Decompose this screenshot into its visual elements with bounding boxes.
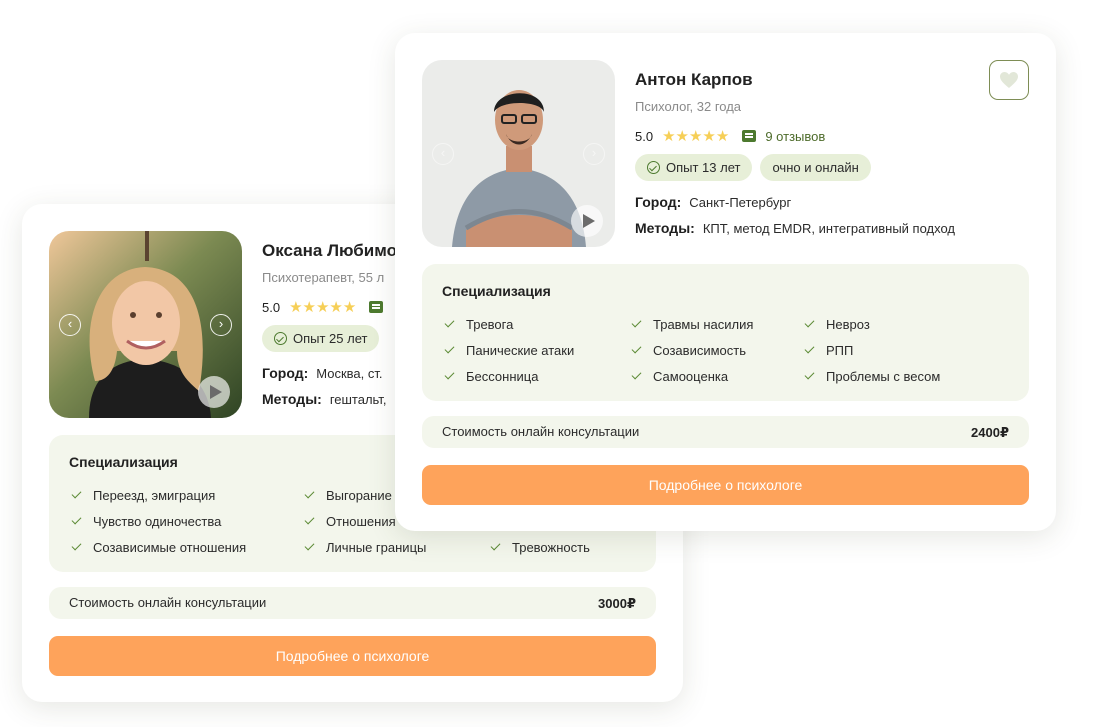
specialization-item: РПП — [804, 343, 853, 358]
chat-icon — [742, 130, 757, 142]
price-row: Стоимость онлайн консультации 2400₽ — [422, 416, 1029, 448]
rating-stars: ★★★★★ — [289, 299, 357, 316]
details-button[interactable]: Подробнее о психологе — [49, 636, 656, 676]
favorite-button[interactable] — [989, 60, 1029, 100]
check-circle-icon — [647, 161, 660, 174]
methods-label: Методы: — [262, 391, 322, 407]
psychologist-role: Психолог, 32 года — [635, 99, 742, 114]
experience-tag: Опыт 25 лет — [262, 325, 380, 352]
rating-value: 5.0 — [262, 299, 281, 315]
price-value: 3000₽ — [598, 596, 636, 611]
specialization-item: Личные границы — [304, 540, 426, 555]
city-label: Город: — [635, 194, 682, 210]
methods-label: Методы: — [635, 220, 695, 236]
chat-icon[interactable] — [369, 301, 384, 313]
city-line: Город: Санкт-Петербург — [635, 194, 791, 210]
specialization-item: Отношения — [304, 514, 396, 529]
heart-icon — [1000, 72, 1018, 88]
prev-photo-button[interactable]: ‹ — [59, 313, 81, 336]
methods-value: КПТ, метод EMDR, интегративный подход — [702, 221, 956, 236]
check-circle-icon — [274, 332, 287, 345]
specialization-item: Самооценка — [631, 369, 728, 384]
specialization-item: Тревожность — [490, 540, 590, 555]
specialization-item: Созависимые отношения — [71, 540, 246, 555]
psychologist-card-anton: ‹ › Антон Карпов Психолог, 32 года 5.0 ★… — [395, 33, 1056, 531]
psychologist-photo: ‹ › — [422, 60, 615, 247]
rating-value: 5.0 — [635, 128, 654, 144]
specialization-block: Специализация Тревога Панические атаки Б… — [422, 264, 1029, 401]
chevron-left-icon: ‹ — [67, 315, 73, 331]
chevron-left-icon: ‹ — [440, 144, 446, 160]
play-video-button[interactable] — [571, 205, 603, 237]
specialization-item: Выгорание — [304, 488, 392, 503]
details-button[interactable]: Подробнее о психологе — [422, 465, 1029, 505]
tags-row: Опыт 13 лет очно и онлайн — [635, 154, 871, 181]
play-video-button[interactable] — [198, 376, 230, 408]
prev-photo-button[interactable]: ‹ — [432, 142, 454, 165]
rating-row: 5.0 ★★★★★ 9 отзывов — [635, 127, 825, 145]
psychologist-photo: ‹ › — [49, 231, 242, 418]
psychologist-role: Психотерапевт, 55 л — [262, 270, 385, 285]
next-photo-button[interactable]: › — [583, 142, 605, 165]
specialization-title: Специализация — [69, 454, 178, 470]
psychologist-name[interactable]: Оксана Любимо — [262, 241, 397, 261]
specialization-item: Невроз — [804, 317, 870, 332]
specialization-title: Специализация — [442, 283, 551, 299]
specialization-item: Созависимость — [631, 343, 746, 358]
city-value: Санкт-Петербург — [689, 195, 792, 210]
chevron-right-icon: › — [218, 315, 224, 331]
specialization-item: Панические атаки — [444, 343, 574, 358]
methods-line: Методы: КПТ, метод EMDR, интегративный по… — [635, 220, 955, 236]
methods-line: Методы: гештальт, — [262, 391, 386, 407]
city-line: Город: Москва, ст. — [262, 365, 383, 381]
experience-tag-label: Опыт 25 лет — [293, 331, 368, 346]
experience-tag-label: Опыт 13 лет — [666, 160, 741, 175]
experience-tag: Опыт 13 лет — [635, 154, 753, 181]
format-tag: очно и онлайн — [760, 154, 871, 181]
next-photo-button[interactable]: › — [210, 313, 232, 336]
specialization-item: Чувство одиночества — [71, 514, 221, 529]
psychologist-name[interactable]: Антон Карпов — [635, 70, 753, 90]
city-label: Город: — [262, 365, 309, 381]
reviews-link[interactable]: 9 отзывов — [765, 129, 825, 144]
specialization-item: Тревога — [444, 317, 513, 332]
price-value: 2400₽ — [971, 425, 1009, 440]
rating-stars: ★★★★★ — [662, 128, 730, 145]
specialization-item: Переезд, эмиграция — [71, 488, 215, 503]
specialization-item: Бессонница — [444, 369, 538, 384]
chevron-right-icon: › — [591, 144, 597, 160]
city-value: Москва, ст. — [316, 366, 383, 381]
rating-row: 5.0 ★★★★★ — [262, 298, 384, 316]
specialization-item: Проблемы с весом — [804, 369, 940, 384]
methods-value: гештальт, — [329, 392, 387, 407]
price-label: Стоимость онлайн консультации — [69, 595, 267, 610]
price-row: Стоимость онлайн консультации 3000₽ — [49, 587, 656, 619]
specialization-item: Травмы насилия — [631, 317, 753, 332]
price-label: Стоимость онлайн консультации — [442, 424, 640, 439]
tags-row: Опыт 25 лет — [262, 325, 380, 352]
